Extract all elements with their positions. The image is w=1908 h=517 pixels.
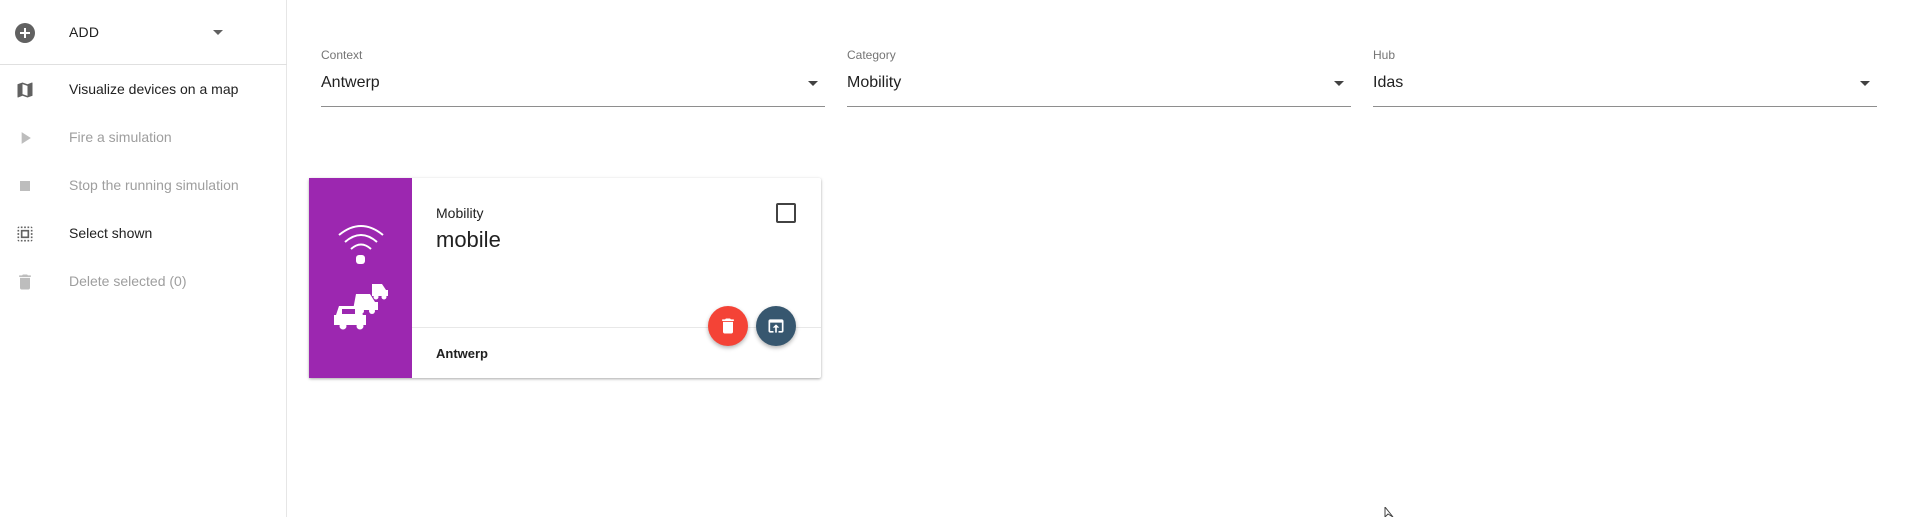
context-value: Antwerp (321, 74, 380, 91)
traffic-cars-icon (334, 284, 388, 330)
menu-item-label: Delete selected (0) (69, 273, 187, 289)
category-value: Mobility (847, 74, 902, 91)
add-button[interactable]: ADD (0, 0, 287, 65)
open-device-button[interactable] (756, 306, 796, 346)
open-in-browser-icon (768, 319, 784, 333)
mouse-cursor-icon (1384, 507, 1394, 517)
card-category: Mobility (436, 205, 484, 221)
category-label: Category (847, 48, 896, 62)
map-icon (17, 82, 33, 98)
add-label: ADD (69, 24, 100, 40)
menu-item-label: Stop the running simulation (69, 177, 239, 193)
chevron-down-icon[interactable] (213, 30, 223, 35)
menu-item-fire-simulation[interactable]: Fire a simulation (0, 114, 287, 162)
add-circle-icon (15, 23, 35, 43)
menu-item-label: Visualize devices on a map (69, 81, 239, 97)
app: ADD Visualize devices on a map Fire a si… (0, 0, 1908, 517)
select-all-icon (17, 226, 33, 242)
card-category-banner (309, 178, 412, 378)
card-select-checkbox[interactable] (776, 203, 796, 223)
menu-item-stop-simulation[interactable]: Stop the running simulation (0, 162, 287, 210)
context-select[interactable]: Context Antwerp (321, 48, 825, 107)
context-label: Context (321, 48, 363, 62)
wifi-icon (338, 225, 384, 264)
trash-icon (19, 274, 31, 290)
menu-item-visualize-map[interactable]: Visualize devices on a map (0, 66, 287, 114)
delete-device-button[interactable] (708, 306, 748, 346)
play-icon (21, 132, 31, 144)
sidebar: ADD Visualize devices on a map Fire a si… (0, 0, 287, 517)
hub-value: Idas (1373, 74, 1404, 91)
card-context: Antwerp (436, 346, 488, 361)
trash-icon (722, 318, 734, 334)
menu-item-label: Fire a simulation (69, 129, 172, 145)
menu-item-label: Select shown (69, 225, 153, 241)
chevron-down-icon (1334, 81, 1344, 86)
hub-label: Hub (1373, 48, 1396, 62)
chevron-down-icon (1860, 81, 1870, 86)
menu-item-delete-selected[interactable]: Delete selected (0) (0, 258, 287, 306)
chevron-down-icon (808, 81, 818, 86)
category-select[interactable]: Category Mobility (847, 48, 1351, 107)
menu-item-select-shown[interactable]: Select shown (0, 210, 287, 258)
device-card[interactable]: Mobility mobile Antwerp (309, 178, 821, 378)
stop-icon (20, 181, 30, 191)
card-device-name: mobile (436, 227, 501, 252)
hub-select[interactable]: Hub Idas (1373, 48, 1877, 107)
